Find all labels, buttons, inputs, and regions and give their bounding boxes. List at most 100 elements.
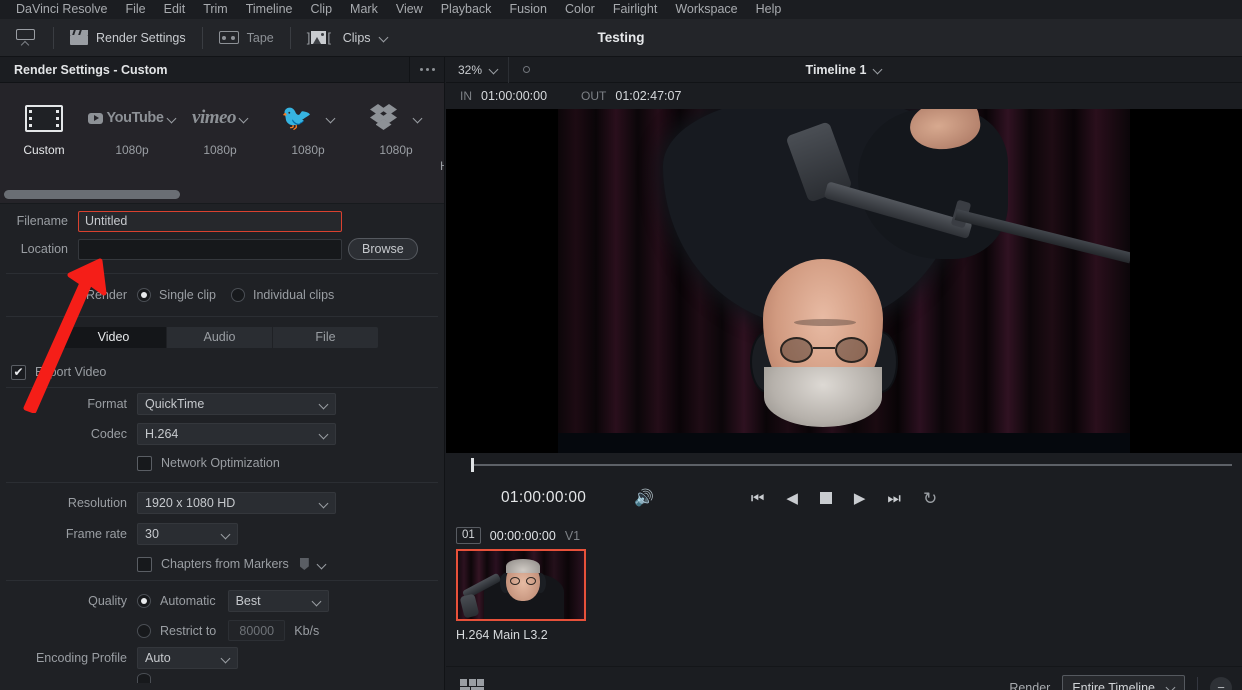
quality-row: Quality Automatic Best xyxy=(0,584,444,618)
render-settings-options-button[interactable] xyxy=(409,56,444,83)
step-back-button[interactable]: ◀ xyxy=(786,491,798,506)
preset-label: 1080p xyxy=(379,143,413,157)
quality-restrict-label[interactable]: Restrict to xyxy=(160,624,216,638)
preset-partial-label[interactable]: H xyxy=(440,159,444,173)
resolution-select[interactable]: 1920 x 1080 HD xyxy=(137,492,336,514)
render-mode-row: Render Single clip Individual clips xyxy=(0,274,444,316)
settings-tabs[interactable]: Video Audio File xyxy=(61,326,378,348)
location-input[interactable] xyxy=(78,238,342,260)
youtube-icon xyxy=(88,112,104,124)
clip-thumbnail[interactable] xyxy=(456,549,586,621)
single-clip-label[interactable]: Single clip xyxy=(159,288,216,302)
menu-item-playback[interactable]: Playback xyxy=(432,0,501,19)
loop-button[interactable]: ↻ xyxy=(923,490,937,507)
chevron-down-icon[interactable] xyxy=(239,114,248,123)
remove-from-queue-button[interactable]: − xyxy=(1210,676,1232,690)
out-value[interactable]: 01:02:47:07 xyxy=(615,89,681,103)
network-optimization-checkbox[interactable] xyxy=(137,455,152,471)
tab-audio[interactable]: Audio xyxy=(167,326,273,348)
menu-item-timeline[interactable]: Timeline xyxy=(237,0,302,19)
frame-rate-select[interactable]: 30 xyxy=(137,523,238,545)
export-video-label[interactable]: Export Video xyxy=(35,365,106,379)
preset-vimeo[interactable]: vimeo 1080p xyxy=(176,95,264,157)
out-label: OUT xyxy=(581,89,607,103)
radio-quality-automatic[interactable] xyxy=(137,594,151,608)
render-range-select[interactable]: Entire Timeline xyxy=(1062,675,1185,690)
speaker-icon[interactable]: 🔊 xyxy=(634,488,654,508)
preset-scrollbar-thumb[interactable] xyxy=(4,190,180,199)
browse-button[interactable]: Browse xyxy=(348,238,418,260)
individual-clips-label[interactable]: Individual clips xyxy=(253,288,334,302)
marker-flag-icon[interactable] xyxy=(299,558,309,570)
clips-icon: ][ xyxy=(306,30,331,45)
menu-item-color[interactable]: Color xyxy=(556,0,604,19)
stop-button[interactable] xyxy=(819,492,832,504)
menu-item-mark[interactable]: Mark xyxy=(341,0,387,19)
menu-item-fairlight[interactable]: Fairlight xyxy=(604,0,666,19)
preset-custom[interactable]: Custom xyxy=(0,95,88,157)
toolbar-divider xyxy=(53,26,54,49)
render-settings-button[interactable]: Render Settings xyxy=(58,19,198,56)
chevron-down-icon[interactable] xyxy=(317,560,326,569)
radio-single-clip[interactable] xyxy=(137,288,151,302)
timeline-layout-icon[interactable] xyxy=(460,678,484,690)
viewer-scrubber[interactable] xyxy=(446,453,1242,475)
menu-item-help[interactable]: Help xyxy=(747,0,791,19)
chevron-down-icon[interactable] xyxy=(413,114,422,123)
codec-select[interactable]: H.264 xyxy=(137,423,336,445)
menu-item-trim[interactable]: Trim xyxy=(194,0,237,19)
filename-label: Filename xyxy=(16,214,68,228)
chapters-from-markers-checkbox[interactable] xyxy=(137,556,152,572)
menu-item-fusion[interactable]: Fusion xyxy=(500,0,556,19)
tab-video[interactable]: Video xyxy=(61,326,167,348)
chevron-down-icon xyxy=(312,597,321,606)
frame-rate-label: Frame rate xyxy=(65,527,127,541)
render-preset-strip[interactable]: Custom YouTube 1080p vimeo 1080p 🐦 1080p… xyxy=(0,83,444,187)
quality-automatic-select[interactable]: Best xyxy=(227,590,329,612)
preset-scrollbar[interactable] xyxy=(0,187,444,203)
viewer-panel: 32% Timeline 1 IN 01:00:00:00 OUT 01:02:… xyxy=(446,56,1242,690)
radio-quality-restrict[interactable] xyxy=(137,623,151,638)
encoding-profile-select[interactable]: Auto xyxy=(137,647,238,669)
scrubber-track[interactable] xyxy=(472,464,1232,466)
preset-dropbox[interactable]: 1080p xyxy=(352,95,440,157)
chevron-down-icon[interactable] xyxy=(167,114,176,123)
tab-file[interactable]: File xyxy=(273,326,378,348)
chevron-down-icon xyxy=(1166,683,1175,690)
menu-bar: DaVinci Resolve File Edit Trim Timeline … xyxy=(0,0,1242,19)
play-button[interactable]: ▶ xyxy=(854,491,866,506)
network-optimization-label[interactable]: Network Optimization xyxy=(161,456,280,470)
chevron-down-icon[interactable] xyxy=(873,65,882,74)
menu-item-edit[interactable]: Edit xyxy=(155,0,195,19)
radio-clipped[interactable] xyxy=(137,673,151,683)
quality-restrict-input[interactable]: 80000 xyxy=(228,620,286,641)
transport-bar: 01:00:00:00 🔊 ⏮ ◀ ▶ ⏭ ↻ xyxy=(446,475,1242,521)
menu-item-clip[interactable]: Clip xyxy=(302,0,342,19)
chevron-down-icon[interactable] xyxy=(379,33,388,42)
preset-twitter[interactable]: 🐦 1080p xyxy=(264,95,352,157)
preset-label: 1080p xyxy=(291,143,325,157)
preset-youtube[interactable]: YouTube 1080p xyxy=(88,95,176,157)
show-monitor-button[interactable] xyxy=(0,19,49,56)
quality-automatic-label[interactable]: Automatic xyxy=(160,594,216,608)
dropbox-icon xyxy=(370,104,404,132)
filename-input[interactable]: Untitled xyxy=(78,210,342,232)
chapters-from-markers-label[interactable]: Chapters from Markers xyxy=(161,557,289,571)
menu-item-file[interactable]: File xyxy=(116,0,154,19)
current-timecode[interactable]: 01:00:00:00 xyxy=(501,489,586,507)
scrubber-playhead[interactable] xyxy=(471,458,474,472)
menu-item-davinci-resolve[interactable]: DaVinci Resolve xyxy=(7,0,116,19)
radio-individual-clips[interactable] xyxy=(230,288,245,302)
format-select[interactable]: QuickTime xyxy=(137,393,336,415)
export-video-checkbox[interactable] xyxy=(11,364,26,380)
jump-to-start-button[interactable]: ⏮ xyxy=(751,491,765,506)
preset-label: 1080p xyxy=(203,143,237,157)
menu-item-workspace[interactable]: Workspace xyxy=(666,0,746,19)
in-value[interactable]: 01:00:00:00 xyxy=(481,89,547,103)
clips-button[interactable]: ][ Clips xyxy=(295,19,400,56)
jump-to-end-button[interactable]: ⏭ xyxy=(887,491,901,506)
chevron-down-icon[interactable] xyxy=(326,114,335,123)
tape-button[interactable]: Tape xyxy=(207,19,286,56)
menu-item-view[interactable]: View xyxy=(387,0,432,19)
video-preview[interactable] xyxy=(446,109,1242,453)
